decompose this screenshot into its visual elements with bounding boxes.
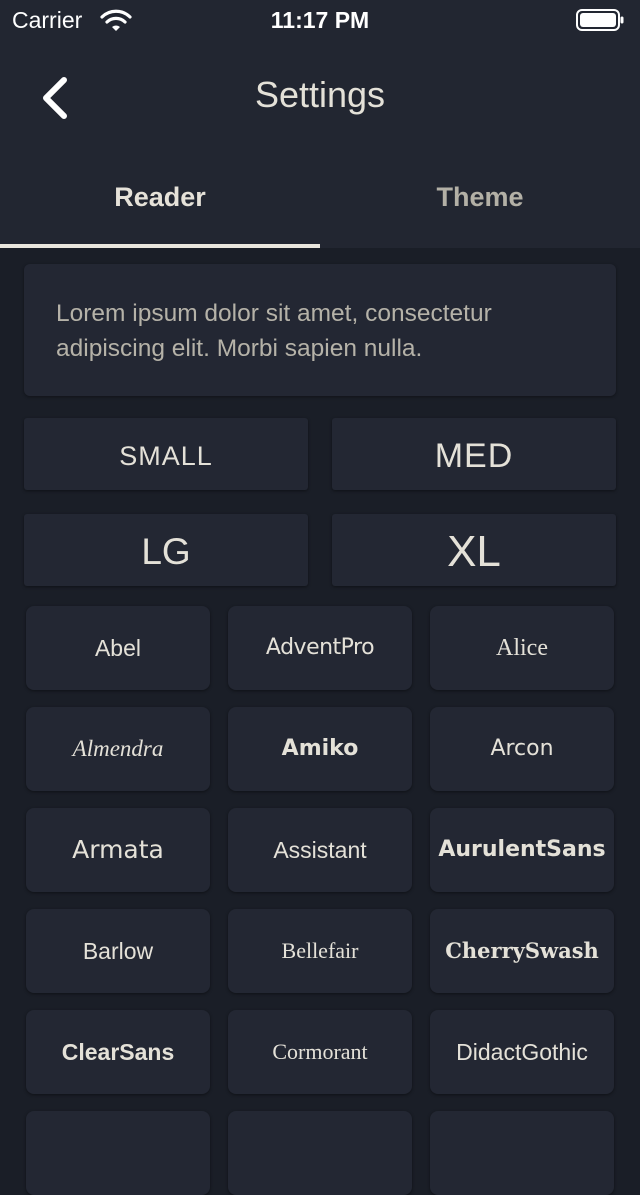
font-abel-button[interactable]: Abel bbox=[26, 606, 210, 690]
font-didactgothic-button[interactable]: DidactGothic bbox=[430, 1010, 614, 1094]
size-small-label: SMALL bbox=[119, 441, 213, 471]
status-bar: Carrier 11:17 PM bbox=[0, 0, 640, 40]
font-label: CherrySwash bbox=[445, 938, 599, 963]
font-label: DidactGothic bbox=[456, 1039, 588, 1065]
font-armata-button[interactable]: Armata bbox=[26, 808, 210, 892]
tab-bar: Reader Theme bbox=[0, 156, 640, 248]
font-label: Armata bbox=[72, 835, 164, 864]
font-label: AurulentSans bbox=[438, 837, 606, 862]
font-label: Bellefair bbox=[281, 938, 359, 963]
font-amiko-button[interactable]: Amiko bbox=[228, 707, 412, 791]
font-label: Barlow bbox=[82, 938, 154, 964]
font-label: Alice bbox=[496, 635, 548, 661]
size-lg-button[interactable]: LG bbox=[24, 514, 308, 586]
size-xl-button[interactable]: XL bbox=[332, 514, 616, 586]
font-button-partial[interactable] bbox=[430, 1111, 614, 1195]
font-assistant-button[interactable]: Assistant bbox=[228, 808, 412, 892]
font-label: AdventPro bbox=[265, 635, 375, 660]
font-label: Abel bbox=[94, 635, 142, 661]
font-label: Arcon bbox=[490, 736, 554, 761]
page-title: Settings bbox=[254, 74, 386, 115]
font-cherryswash-button[interactable]: CherrySwash bbox=[430, 909, 614, 993]
size-med-button[interactable]: MED bbox=[332, 418, 616, 490]
font-cormorant-button[interactable]: Cormorant bbox=[228, 1010, 412, 1094]
font-alice-button[interactable]: Alice bbox=[430, 606, 614, 690]
tab-reader[interactable]: Reader bbox=[0, 156, 320, 248]
font-adventpro-button[interactable]: AdventPro bbox=[228, 606, 412, 690]
font-aurulentsans-button[interactable]: AurulentSans bbox=[430, 808, 614, 892]
font-label: Almendra bbox=[72, 736, 164, 761]
font-clearsans-button[interactable]: ClearSans bbox=[26, 1010, 210, 1094]
tab-selected-indicator bbox=[0, 244, 320, 248]
font-button-partial[interactable] bbox=[228, 1111, 412, 1195]
preview-text: Lorem ipsum dolor sit amet, consectetur … bbox=[56, 300, 492, 362]
font-label: Cormorant bbox=[272, 1039, 368, 1064]
tab-theme[interactable]: Theme bbox=[320, 156, 640, 248]
reader-preview: Lorem ipsum dolor sit amet, consectetur … bbox=[24, 264, 616, 396]
size-med-label: MED bbox=[434, 437, 514, 475]
size-lg-label: LG bbox=[141, 531, 191, 572]
font-label: Assistant bbox=[273, 837, 367, 863]
font-almendra-button[interactable]: Almendra bbox=[26, 707, 210, 791]
font-label: ClearSans bbox=[61, 1039, 175, 1065]
font-barlow-button[interactable]: Barlow bbox=[26, 909, 210, 993]
nav-bar: Settings bbox=[0, 40, 640, 156]
status-time: 11:17 PM bbox=[270, 7, 370, 33]
font-label: Amiko bbox=[281, 736, 359, 761]
size-small-button[interactable]: SMALL bbox=[24, 418, 308, 490]
battery-icon bbox=[576, 9, 624, 31]
size-xl-label: XL bbox=[447, 527, 501, 576]
font-button-partial[interactable] bbox=[26, 1111, 210, 1195]
font-bellefair-button[interactable]: Bellefair bbox=[228, 909, 412, 993]
font-arcon-button[interactable]: Arcon bbox=[430, 707, 614, 791]
